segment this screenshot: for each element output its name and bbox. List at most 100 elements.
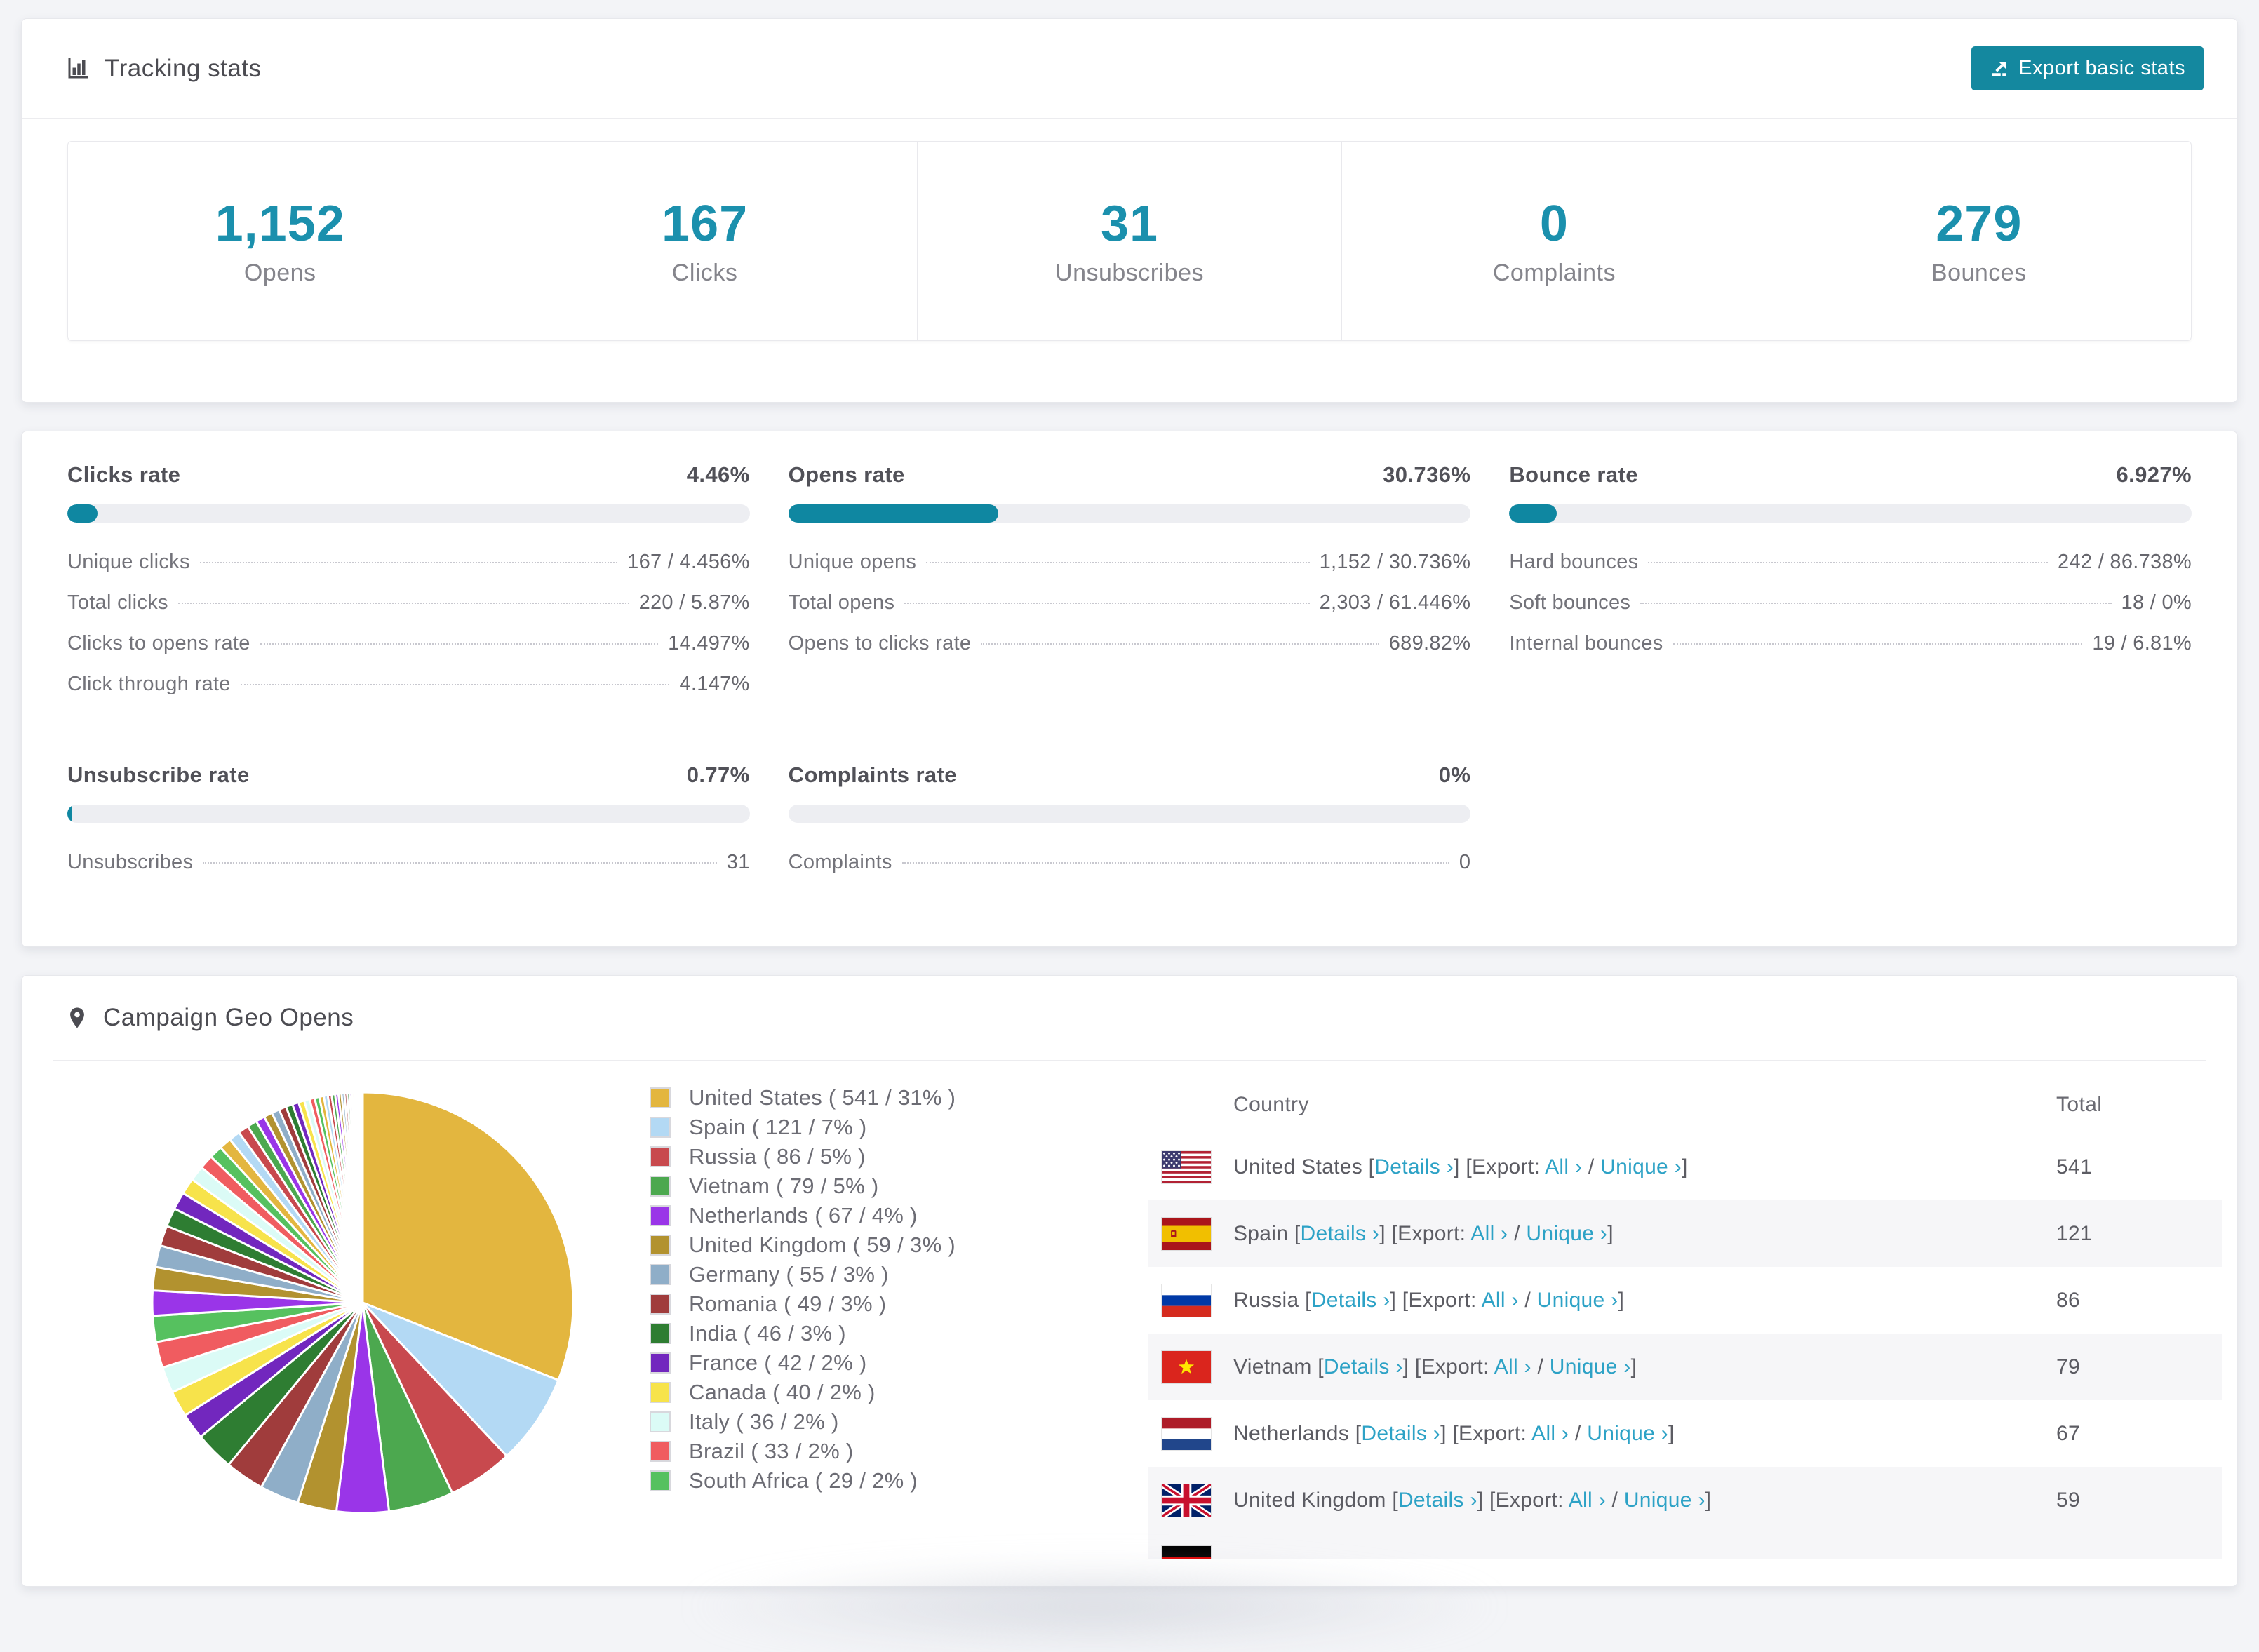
details-link[interactable]: Details › (1361, 1422, 1440, 1445)
dotted-leader (981, 643, 1379, 645)
tracking-stats-card: Tracking stats Export basic stats 1,152 … (21, 18, 2238, 403)
unsubscribe-rate-block: Unsubscribe rate 0.77% Unsubscribes 31 (67, 763, 750, 892)
stat-box: 279 Bounces (1766, 142, 2191, 340)
legend-item: Netherlands ( 67 / 4% ) (650, 1201, 956, 1230)
metric-label: Soft bounces (1509, 591, 1631, 614)
export-unique-link[interactable]: Unique › (1600, 1155, 1682, 1178)
geo-opens-pie-chart (151, 1091, 575, 1515)
progress-bar (67, 504, 750, 523)
details-link[interactable]: Details › (1398, 1489, 1477, 1512)
metric-row: Internal bounces 19 / 6.81% (1509, 632, 2192, 673)
metric-label: Unique opens (788, 551, 917, 573)
details-link[interactable]: Details › (1311, 1289, 1390, 1312)
metric-label: Opens to clicks rate (788, 632, 972, 654)
legend-swatch (650, 1117, 671, 1138)
legend-item: India ( 46 / 3% ) (650, 1319, 956, 1348)
rate-value: 0% (1438, 763, 1471, 787)
metric-value: 1,152 / 30.736% (1319, 551, 1471, 573)
legend-item: Italy ( 36 / 2% ) (650, 1407, 956, 1437)
metric-row: Complaints 0 (789, 851, 1471, 892)
export-unique-link[interactable]: Unique › (1537, 1289, 1618, 1312)
progress-bar (788, 504, 1471, 523)
export-all-link[interactable]: All › (1569, 1489, 1606, 1512)
export-all-link[interactable]: All › (1494, 1355, 1531, 1378)
bounce-rate-block: Bounce rate 6.927% Hard bounces 242 / 86… (1509, 462, 2192, 673)
country-flag (1162, 1484, 1211, 1517)
export-unique-link[interactable]: Unique › (1550, 1355, 1631, 1378)
opens-rate-block: Opens rate 30.736% Unique opens 1,152 / … (788, 462, 1471, 673)
progress-bar (1509, 504, 2192, 523)
dotted-leader (177, 603, 629, 604)
country-total: 86 (2056, 1288, 2080, 1312)
metric-label: Clicks to opens rate (67, 632, 250, 654)
legend-label: France ( 42 / 2% ) (689, 1350, 867, 1375)
table-row-clipped (1148, 1533, 2222, 1559)
table-row: Vietnam [Details ›] [Export: All › / Uni… (1148, 1334, 2222, 1400)
legend-item: Germany ( 55 / 3% ) (650, 1260, 956, 1289)
details-link[interactable]: Details › (1374, 1155, 1454, 1178)
export-all-link[interactable]: All › (1545, 1155, 1582, 1178)
stat-label: Bounces (1931, 260, 2027, 286)
export-icon (1990, 59, 2009, 78)
legend-label: Spain ( 121 / 7% ) (689, 1115, 867, 1139)
legend-label: Brazil ( 33 / 2% ) (689, 1439, 854, 1463)
metric-value: 220 / 5.87% (638, 591, 750, 614)
metric-row: Clicks to opens rate 14.497% (67, 632, 750, 673)
metric-value: 19 / 6.81% (2092, 632, 2192, 654)
stat-value: 167 (662, 196, 749, 252)
metric-value: 167 / 4.456% (627, 551, 750, 573)
rate-value: 30.736% (1383, 462, 1471, 487)
legend-item: South Africa ( 29 / 2% ) (650, 1466, 956, 1496)
metric-label: Internal bounces (1509, 632, 1663, 654)
rate-title: Complaints rate (788, 763, 957, 787)
legend-label: Romania ( 49 / 3% ) (689, 1291, 887, 1316)
export-label: Export: (1471, 1155, 1541, 1178)
stat-box: 1,152 Opens (68, 142, 492, 340)
country-total: 67 (2056, 1421, 2080, 1445)
section-title: Campaign Geo Opens (103, 1004, 354, 1031)
export-all-link[interactable]: All › (1482, 1289, 1519, 1312)
export-label: Export: (1397, 1221, 1466, 1245)
legend-label: Vietnam ( 79 / 5% ) (689, 1174, 879, 1198)
metric-label: Hard bounces (1509, 551, 1639, 573)
geo-opens-card: Campaign Geo Opens United States ( 541 /… (21, 975, 2238, 1587)
metric-value: 689.82% (1388, 632, 1471, 654)
pie-slice (360, 1091, 364, 1303)
details-link[interactable]: Details › (1301, 1222, 1380, 1245)
column-header-total: Total (2056, 1093, 2103, 1116)
table-row: Spain [Details ›] [Export: All › / Uniqu… (1148, 1200, 2222, 1267)
stat-label: Opens (243, 260, 316, 286)
legend-label: South Africa ( 29 / 2% ) (689, 1468, 918, 1493)
country-name: United States (1233, 1155, 1363, 1178)
stat-box: 0 Complaints (1341, 142, 1766, 340)
metric-label: Complaints (788, 851, 892, 873)
rate-value: 4.46% (686, 462, 750, 487)
table-row: Russia [Details ›] [Export: All › / Uniq… (1148, 1267, 2222, 1334)
export-basic-stats-button[interactable]: Export basic stats (1971, 46, 2204, 90)
metric-row: Opens to clicks rate 689.82% (789, 632, 1471, 673)
country-total: 121 (2056, 1221, 2092, 1245)
legend-swatch (650, 1176, 671, 1197)
legend-item: Brazil ( 33 / 2% ) (650, 1437, 956, 1466)
legend-swatch (650, 1146, 671, 1167)
legend-item: Vietnam ( 79 / 5% ) (650, 1171, 956, 1201)
table-header: Country Total (1148, 1075, 2222, 1134)
export-all-link[interactable]: All › (1531, 1422, 1569, 1445)
legend-swatch (650, 1205, 671, 1226)
rate-value: 6.927% (2116, 462, 2192, 487)
legend-item: United Kingdom ( 59 / 3% ) (650, 1230, 956, 1260)
metric-value: 31 (726, 851, 750, 873)
country-name: Vietnam (1233, 1355, 1312, 1378)
export-unique-link[interactable]: Unique › (1587, 1422, 1668, 1445)
dotted-leader (904, 603, 1310, 604)
export-unique-link[interactable]: Unique › (1526, 1222, 1607, 1245)
legend-swatch (650, 1294, 671, 1315)
stat-value: 31 (1100, 196, 1159, 252)
export-all-link[interactable]: All › (1470, 1222, 1508, 1245)
export-unique-link[interactable]: Unique › (1624, 1489, 1705, 1512)
dotted-leader (901, 862, 1449, 864)
legend-swatch (650, 1352, 671, 1374)
legend-label: United Kingdom ( 59 / 3% ) (689, 1233, 956, 1257)
details-link[interactable]: Details › (1324, 1355, 1403, 1378)
progress-fill (67, 504, 98, 523)
